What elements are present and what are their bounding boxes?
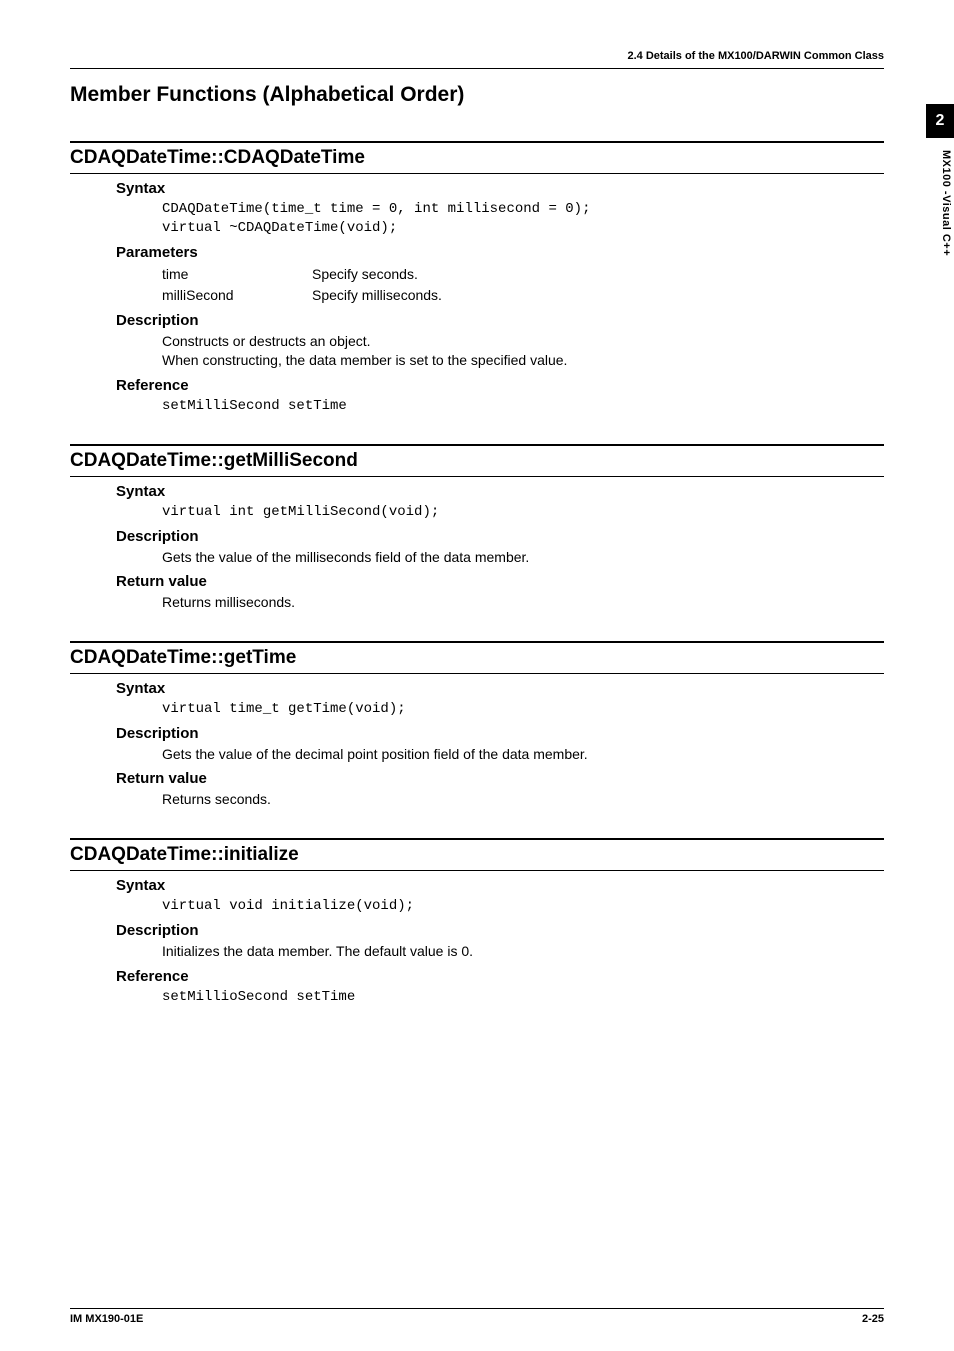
- syntax-code: virtual time_t getTime(void);: [162, 700, 884, 719]
- description-text: Gets the value of the milliseconds field…: [162, 548, 884, 568]
- description-text: Constructs or destructs an object.: [162, 332, 884, 352]
- param-desc: Specify milliseconds.: [312, 285, 884, 306]
- description-text: Initializes the data member. The default…: [162, 942, 884, 962]
- return-value-heading: Return value: [116, 770, 884, 787]
- page-content: 2.4 Details of the MX100/DARWIN Common C…: [0, 0, 954, 1006]
- section-title: CDAQDateTime::getTime: [70, 645, 884, 674]
- syntax-code: virtual void initialize(void);: [162, 897, 884, 916]
- description-heading: Description: [116, 922, 884, 939]
- description-heading: Description: [116, 312, 884, 329]
- syntax-heading: Syntax: [116, 483, 884, 500]
- description-text: Gets the value of the decimal point posi…: [162, 745, 884, 765]
- return-value-text: Returns milliseconds.: [162, 593, 884, 613]
- syntax-code: CDAQDateTime(time_t time = 0, int millis…: [162, 200, 884, 238]
- description-heading: Description: [116, 725, 884, 742]
- section-getmillisecond: CDAQDateTime::getMilliSecond Syntax virt…: [70, 444, 884, 613]
- syntax-heading: Syntax: [116, 680, 884, 697]
- return-value-heading: Return value: [116, 573, 884, 590]
- section-rule: [70, 444, 884, 446]
- reference-heading: Reference: [116, 968, 884, 985]
- param-name: time: [162, 264, 312, 285]
- description-text: When constructing, the data member is se…: [162, 351, 884, 371]
- footer-left: IM MX190-01E: [70, 1313, 143, 1325]
- section-rule: [70, 141, 884, 143]
- reference-code: setMilliSecond setTime: [162, 397, 884, 416]
- section-cdaqdatetime-ctor: CDAQDateTime::CDAQDateTime Syntax CDAQDa…: [70, 141, 884, 416]
- section-title: CDAQDateTime::CDAQDateTime: [70, 145, 884, 174]
- section-title: CDAQDateTime::initialize: [70, 842, 884, 871]
- reference-code: setMillioSecond setTime: [162, 988, 884, 1007]
- section-gettime: CDAQDateTime::getTime Syntax virtual tim…: [70, 641, 884, 810]
- param-name: milliSecond: [162, 285, 312, 306]
- section-title: CDAQDateTime::getMilliSecond: [70, 448, 884, 477]
- section-initialize: CDAQDateTime::initialize Syntax virtual …: [70, 838, 884, 1006]
- running-head: 2.4 Details of the MX100/DARWIN Common C…: [70, 50, 884, 62]
- reference-heading: Reference: [116, 377, 884, 394]
- section-rule: [70, 838, 884, 840]
- section-rule: [70, 641, 884, 643]
- param-desc: Specify seconds.: [312, 264, 884, 285]
- page-footer: IM MX190-01E 2-25: [70, 1308, 884, 1325]
- syntax-heading: Syntax: [116, 877, 884, 894]
- description-heading: Description: [116, 528, 884, 545]
- parameters-heading: Parameters: [116, 244, 884, 261]
- syntax-heading: Syntax: [116, 180, 884, 197]
- top-rule: [70, 68, 884, 69]
- return-value-text: Returns seconds.: [162, 790, 884, 810]
- param-row: time Specify seconds.: [162, 264, 884, 285]
- syntax-code: virtual int getMilliSecond(void);: [162, 503, 884, 522]
- footer-right: 2-25: [862, 1313, 884, 1325]
- page-title: Member Functions (Alphabetical Order): [70, 83, 884, 107]
- param-row: milliSecond Specify milliseconds.: [162, 285, 884, 306]
